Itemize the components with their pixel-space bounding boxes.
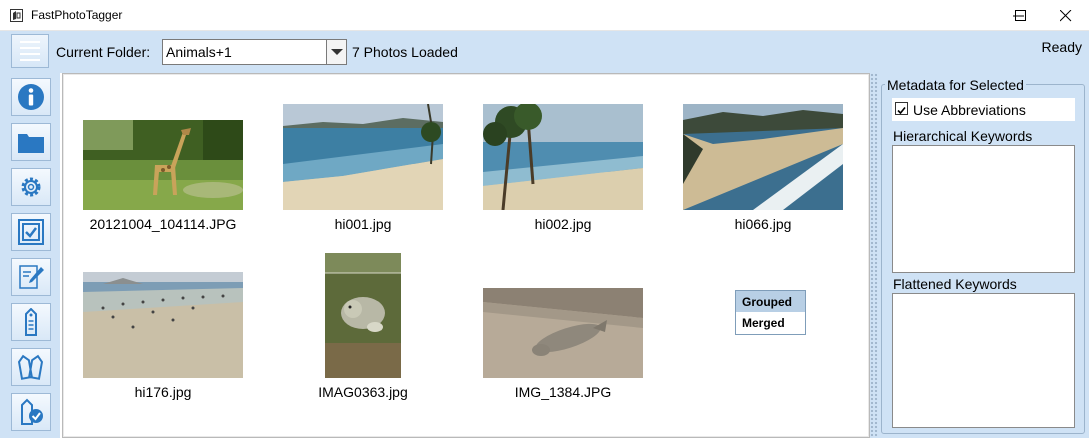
tag-button[interactable]	[11, 303, 51, 341]
folder-select-value: Animals+1	[166, 44, 232, 60]
photo-thumbnail[interactable]	[83, 120, 243, 215]
photo-thumbnail[interactable]	[483, 102, 643, 215]
seal-on-sand-photo	[483, 288, 643, 378]
hamburger-icon	[20, 41, 40, 43]
settings-button[interactable]	[11, 168, 51, 206]
edit-button[interactable]	[11, 258, 51, 296]
view-mode-list: Grouped Merged	[735, 290, 806, 335]
info-button[interactable]	[11, 78, 51, 116]
hierarchical-keywords-list[interactable]	[892, 145, 1075, 273]
photo-caption: hi002.jpg	[534, 216, 592, 232]
chevron-down-icon[interactable]	[326, 40, 346, 64]
photo-caption: hi001.jpg	[334, 216, 392, 232]
status-text: Ready	[1041, 39, 1082, 55]
folder-select[interactable]: Animals+1	[162, 39, 347, 65]
metadata-panel: Metadata for Selected Use Abbreviations …	[878, 73, 1089, 438]
tags-icon	[17, 354, 44, 380]
seal-photo	[325, 253, 401, 378]
select-button[interactable]	[11, 213, 51, 251]
view-mode-grouped[interactable]: Grouped	[736, 291, 805, 312]
info-icon	[18, 84, 44, 110]
photo-caption: hi066.jpg	[734, 216, 792, 232]
sidebar	[0, 73, 60, 438]
photo-thumbnail[interactable]	[483, 288, 643, 383]
palm-beach-photo	[483, 102, 643, 211]
tag-icon	[25, 308, 37, 336]
tags-button[interactable]	[11, 348, 51, 386]
app-icon	[10, 9, 23, 22]
beach-photo	[283, 103, 443, 210]
menu-button[interactable]	[11, 34, 49, 68]
use-abbreviations-label: Use Abbreviations	[913, 102, 1026, 118]
photo-thumbnail[interactable]	[83, 272, 243, 383]
photos-loaded-count: 7 Photos Loaded	[352, 44, 458, 60]
close-button[interactable]	[1043, 0, 1089, 31]
photo-thumbnail[interactable]	[683, 104, 843, 215]
photo-caption: IMAG0363.jpg	[318, 384, 408, 400]
title-bar: FastPhotoTagger	[0, 0, 1089, 31]
flattened-keywords-list[interactable]	[892, 293, 1075, 428]
toolbar: Current Folder: Animals+1 7 Photos Loade…	[0, 31, 1089, 73]
edit-icon	[19, 265, 44, 289]
giraffe-photo	[83, 120, 243, 210]
checkbox-icon	[18, 219, 44, 245]
use-abbreviations-checkbox[interactable]	[895, 102, 908, 115]
tag-check-icon	[21, 398, 43, 425]
maximize-icon	[1015, 10, 1026, 21]
photo-caption: IMG_1384.JPG	[514, 384, 612, 400]
photo-caption: hi176.jpg	[134, 384, 192, 400]
folder-icon	[18, 134, 44, 153]
window-title: FastPhotoTagger	[31, 8, 123, 22]
view-mode-merged[interactable]: Merged	[736, 312, 805, 333]
metadata-title: Metadata for Selected	[885, 77, 1026, 93]
open-folder-button[interactable]	[11, 123, 51, 161]
apply-tags-button[interactable]	[11, 393, 51, 431]
checkmark-icon	[897, 106, 906, 115]
crowded-beach-photo	[83, 272, 243, 378]
photo-thumbnail[interactable]	[325, 253, 401, 383]
photo-thumbnail[interactable]	[283, 103, 443, 215]
photo-caption: 20121004_104114.JPG	[89, 216, 237, 232]
use-abbreviations-option[interactable]: Use Abbreviations	[892, 98, 1075, 121]
close-icon	[1060, 10, 1072, 22]
coastline-photo	[683, 104, 843, 210]
current-folder-label: Current Folder:	[56, 44, 151, 60]
gear-icon	[21, 177, 41, 197]
panel-splitter[interactable]	[870, 73, 878, 438]
